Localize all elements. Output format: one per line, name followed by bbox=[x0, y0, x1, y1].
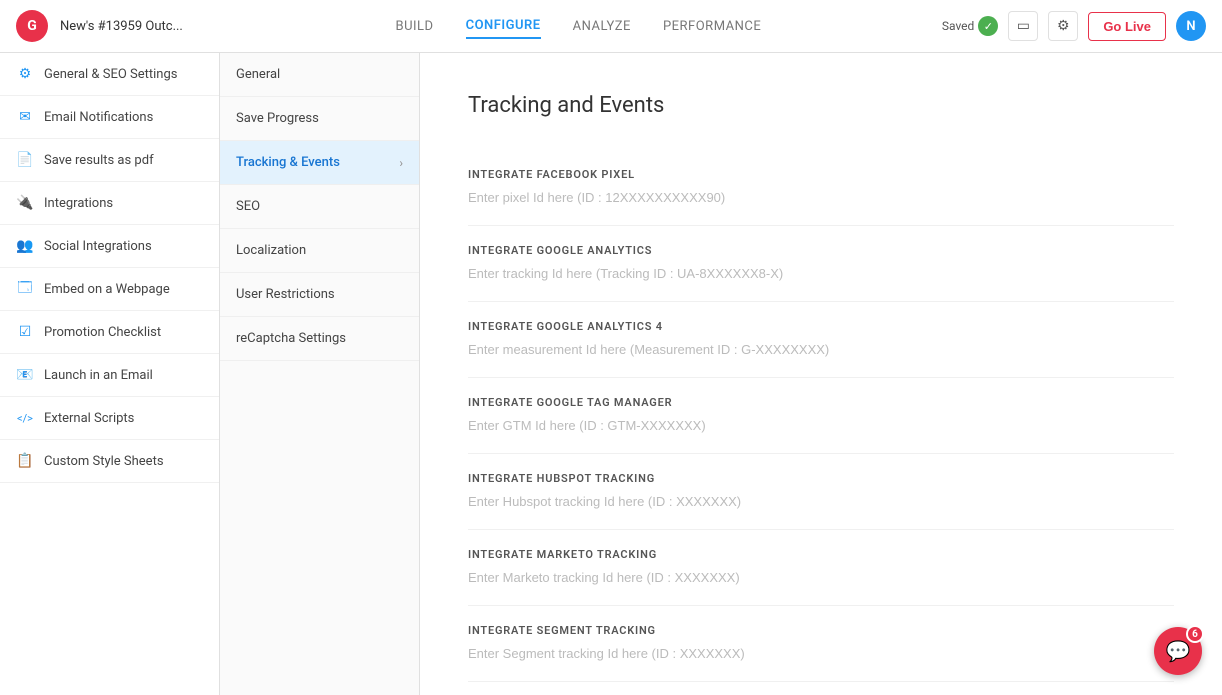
facebook-pixel-label: INTEGRATE FACEBOOK PIXEL bbox=[468, 168, 1174, 181]
tracking-item-adobe-launch: INTEGRATE ADOBE LAUNCH bbox=[468, 682, 1174, 695]
app-title: New's #13959 Outc... bbox=[60, 19, 183, 34]
google-analytics-label: INTEGRATE GOOGLE ANALYTICS bbox=[468, 244, 1174, 257]
nav-build[interactable]: BUILD bbox=[395, 15, 433, 38]
sidebar-item-general-seo[interactable]: ⚙ General & SEO Settings bbox=[0, 53, 219, 96]
go-live-button[interactable]: Go Live bbox=[1088, 12, 1166, 41]
google-analytics-input[interactable] bbox=[468, 264, 1174, 283]
user-avatar[interactable]: N bbox=[1176, 11, 1206, 41]
settings-icon: ⚙ bbox=[1057, 18, 1070, 34]
email-notifications-icon: ✉ bbox=[16, 108, 34, 126]
marketo-input[interactable] bbox=[468, 568, 1174, 587]
mid-item-general[interactable]: General bbox=[220, 53, 419, 97]
hubspot-input[interactable] bbox=[468, 492, 1174, 511]
nav-configure[interactable]: CONFIGURE bbox=[466, 14, 541, 39]
settings-button[interactable]: ⚙ bbox=[1048, 11, 1078, 41]
nav-links: BUILD CONFIGURE ANALYZE PERFORMANCE bbox=[215, 14, 942, 39]
tracking-item-hubspot: INTEGRATE HUBSPOT TRACKING bbox=[468, 454, 1174, 530]
mid-sidebar: General Save Progress Tracking & Events … bbox=[220, 53, 420, 695]
top-navigation: G New's #13959 Outc... BUILD CONFIGURE A… bbox=[0, 0, 1222, 53]
sidebar-item-launch-email[interactable]: 📧 Launch in an Email bbox=[0, 354, 219, 397]
tracking-item-google-analytics-4: INTEGRATE GOOGLE ANALYTICS 4 bbox=[468, 302, 1174, 378]
sidebar-item-social-integrations[interactable]: 👥 Social Integrations bbox=[0, 225, 219, 268]
main-layout: ⚙ General & SEO Settings ✉ Email Notific… bbox=[0, 53, 1222, 695]
chat-icon: 💬 bbox=[1166, 639, 1191, 663]
chat-badge: 6 bbox=[1186, 625, 1204, 643]
tracking-arrow-icon: › bbox=[399, 156, 403, 170]
toggle-icon: ▭ bbox=[1017, 18, 1030, 34]
google-tag-manager-input[interactable] bbox=[468, 416, 1174, 435]
nav-performance[interactable]: PERFORMANCE bbox=[663, 15, 761, 38]
integrations-icon: 🔌 bbox=[16, 194, 34, 212]
sidebar-item-promotion-checklist[interactable]: ☑ Promotion Checklist bbox=[0, 311, 219, 354]
sidebar-item-external-scripts[interactable]: </> External Scripts bbox=[0, 397, 219, 440]
google-tag-manager-label: INTEGRATE GOOGLE TAG MANAGER bbox=[468, 396, 1174, 409]
sidebar-item-custom-style[interactable]: 📋 Custom Style Sheets bbox=[0, 440, 219, 483]
facebook-pixel-input[interactable] bbox=[468, 188, 1174, 207]
marketo-label: INTEGRATE MARKETO TRACKING bbox=[468, 548, 1174, 561]
save-pdf-icon: 📄 bbox=[16, 151, 34, 169]
launch-email-icon: 📧 bbox=[16, 366, 34, 384]
tracking-item-facebook-pixel: INTEGRATE FACEBOOK PIXEL bbox=[468, 150, 1174, 226]
mid-item-user-restrictions[interactable]: User Restrictions bbox=[220, 273, 419, 317]
main-content: Tracking and Events INTEGRATE FACEBOOK P… bbox=[420, 53, 1222, 695]
mid-item-localization[interactable]: Localization bbox=[220, 229, 419, 273]
app-logo[interactable]: G bbox=[16, 10, 48, 42]
nav-right-actions: Saved ✓ ▭ ⚙ Go Live N bbox=[942, 11, 1206, 41]
google-analytics-4-input[interactable] bbox=[468, 340, 1174, 359]
sidebar-item-save-pdf[interactable]: 📄 Save results as pdf bbox=[0, 139, 219, 182]
mid-item-recaptcha[interactable]: reCaptcha Settings bbox=[220, 317, 419, 361]
sidebar-item-embed-webpage[interactable]: 🗔 Embed on a Webpage bbox=[0, 268, 219, 311]
nav-analyze[interactable]: ANALYZE bbox=[573, 15, 631, 38]
embed-icon: 🗔 bbox=[16, 280, 34, 298]
sidebar-item-email-notifications[interactable]: ✉ Email Notifications bbox=[0, 96, 219, 139]
mid-item-save-progress[interactable]: Save Progress bbox=[220, 97, 419, 141]
social-integrations-icon: 👥 bbox=[16, 237, 34, 255]
external-scripts-icon: </> bbox=[16, 409, 34, 427]
google-analytics-4-label: INTEGRATE GOOGLE ANALYTICS 4 bbox=[468, 320, 1174, 333]
page-title: Tracking and Events bbox=[468, 93, 1174, 118]
segment-input[interactable] bbox=[468, 644, 1174, 663]
tracking-item-marketo: INTEGRATE MARKETO TRACKING bbox=[468, 530, 1174, 606]
sidebar-item-integrations[interactable]: 🔌 Integrations bbox=[0, 182, 219, 225]
general-seo-icon: ⚙ bbox=[16, 65, 34, 83]
promotion-icon: ☑ bbox=[16, 323, 34, 341]
tracking-item-segment: INTEGRATE SEGMENT TRACKING bbox=[468, 606, 1174, 682]
mid-item-tracking-events[interactable]: Tracking & Events › bbox=[220, 141, 419, 185]
segment-label: INTEGRATE SEGMENT TRACKING bbox=[468, 624, 1174, 637]
mid-item-seo[interactable]: SEO bbox=[220, 185, 419, 229]
saved-status: Saved ✓ bbox=[942, 16, 998, 36]
tracking-item-google-analytics: INTEGRATE GOOGLE ANALYTICS bbox=[468, 226, 1174, 302]
toggle-view-button[interactable]: ▭ bbox=[1008, 11, 1038, 41]
custom-style-icon: 📋 bbox=[16, 452, 34, 470]
chat-widget[interactable]: 💬 6 bbox=[1154, 627, 1202, 675]
saved-check-icon: ✓ bbox=[978, 16, 998, 36]
tracking-item-google-tag-manager: INTEGRATE GOOGLE TAG MANAGER bbox=[468, 378, 1174, 454]
hubspot-label: INTEGRATE HUBSPOT TRACKING bbox=[468, 472, 1174, 485]
left-sidebar: ⚙ General & SEO Settings ✉ Email Notific… bbox=[0, 53, 220, 695]
